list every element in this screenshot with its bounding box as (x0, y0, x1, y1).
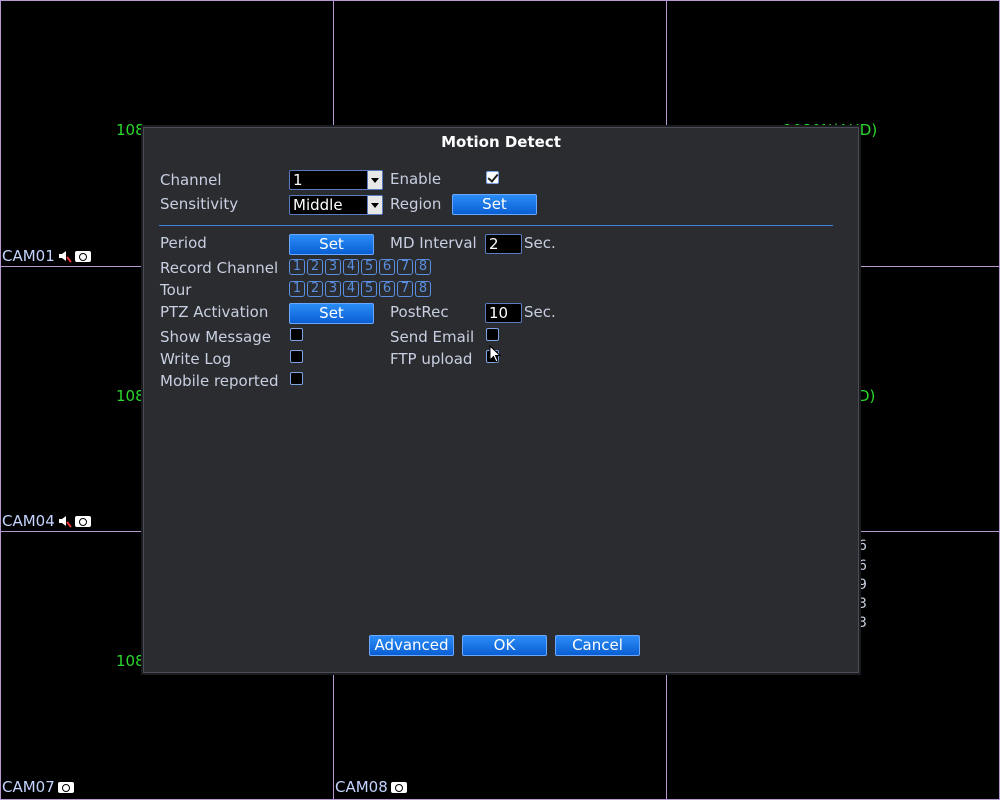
camera-label-cam04[interactable]: CAM04 (2, 512, 91, 530)
tour-channel-2[interactable]: 2 (307, 281, 323, 297)
sensitivity-value: Middle (293, 196, 343, 214)
record-channel-6[interactable]: 6 (379, 259, 395, 275)
resolution-text: 108 (116, 652, 145, 670)
ftp-upload-label: FTP upload (390, 350, 473, 368)
enable-label: Enable (390, 170, 442, 188)
cancel-button[interactable]: Cancel (555, 635, 640, 656)
camera-name: CAM07 (2, 778, 55, 796)
write-log-label: Write Log (160, 350, 232, 368)
tour-channel-list: 1 2 3 4 5 6 7 8 (289, 281, 431, 297)
tour-channel-6[interactable]: 6 (379, 281, 395, 297)
camera-icon (74, 250, 91, 262)
record-channel-5[interactable]: 5 (361, 259, 377, 275)
sensitivity-label: Sensitivity (160, 195, 239, 213)
record-channel-4[interactable]: 4 (343, 259, 359, 275)
chevron-down-icon[interactable] (367, 171, 382, 189)
tour-label: Tour (160, 281, 192, 299)
channel-value: 1 (293, 171, 303, 189)
muted-speaker-icon (58, 249, 72, 263)
md-interval-label: MD Interval (390, 234, 477, 252)
divider (159, 225, 833, 226)
record-channel-list: 1 2 3 4 5 6 7 8 (289, 259, 431, 275)
record-channel-2[interactable]: 2 (307, 259, 323, 275)
camera-name: CAM01 (2, 247, 55, 265)
md-interval-input[interactable]: 2 (485, 234, 522, 254)
side-digit: 3 (858, 615, 867, 631)
camera-label-cam07[interactable]: CAM07 (2, 778, 74, 796)
postrec-input[interactable]: 10 (485, 303, 522, 323)
chevron-down-icon[interactable] (367, 196, 382, 214)
channel-label: Channel (160, 171, 222, 189)
record-channel-label: Record Channel (160, 259, 279, 277)
side-digit: 9 (858, 577, 867, 593)
md-interval-unit: Sec. (524, 234, 556, 252)
region-set-button[interactable]: Set (452, 194, 537, 215)
period-label: Period (160, 234, 207, 252)
resolution-text: 108 (116, 121, 145, 139)
sensitivity-select[interactable]: Middle (289, 195, 383, 215)
show-message-checkbox[interactable] (290, 328, 303, 341)
ok-button[interactable]: OK (462, 635, 547, 656)
tour-channel-5[interactable]: 5 (361, 281, 377, 297)
resolution-text: D) (858, 387, 876, 405)
advanced-button[interactable]: Advanced (369, 635, 454, 656)
record-channel-3[interactable]: 3 (325, 259, 341, 275)
write-log-checkbox[interactable] (290, 350, 303, 363)
enable-checkbox[interactable] (486, 171, 499, 184)
record-channel-8[interactable]: 8 (415, 259, 431, 275)
record-channel-7[interactable]: 7 (397, 259, 413, 275)
mobile-reported-label: Mobile reported (160, 372, 279, 390)
postrec-label: PostRec (390, 303, 449, 321)
mobile-reported-checkbox[interactable] (290, 372, 303, 385)
tour-channel-3[interactable]: 3 (325, 281, 341, 297)
dialog-title: Motion Detect (441, 133, 561, 151)
tour-channel-7[interactable]: 7 (397, 281, 413, 297)
camera-name: CAM08 (335, 778, 388, 796)
record-channel-1[interactable]: 1 (289, 259, 305, 275)
send-email-label: Send Email (390, 328, 475, 346)
side-digit: 6 (858, 538, 867, 554)
tour-channel-1[interactable]: 1 (289, 281, 305, 297)
postrec-unit: Sec. (524, 303, 556, 321)
ptz-activation-label: PTZ Activation (160, 303, 269, 321)
tour-channel-8[interactable]: 8 (415, 281, 431, 297)
camera-icon (74, 515, 91, 527)
muted-speaker-icon (58, 514, 72, 528)
camera-name: CAM04 (2, 512, 55, 530)
side-digit: 3 (858, 596, 867, 612)
camera-label-cam01[interactable]: CAM01 (2, 247, 91, 265)
camera-icon (57, 781, 74, 793)
ptz-set-button[interactable]: Set (289, 303, 374, 324)
camera-label-cam08[interactable]: CAM08 (335, 778, 407, 796)
tour-channel-4[interactable]: 4 (343, 281, 359, 297)
resolution-text: 108 (116, 387, 145, 405)
side-digit: 6 (858, 558, 867, 574)
send-email-checkbox[interactable] (486, 328, 499, 341)
camera-icon (390, 781, 407, 793)
period-set-button[interactable]: Set (289, 234, 374, 255)
show-message-label: Show Message (160, 328, 271, 346)
mouse-cursor-icon (489, 345, 502, 363)
motion-detect-dialog: Motion Detect Channel 1 Enable Sensitivi… (143, 127, 859, 673)
region-label: Region (390, 195, 442, 213)
channel-select[interactable]: 1 (289, 170, 383, 190)
